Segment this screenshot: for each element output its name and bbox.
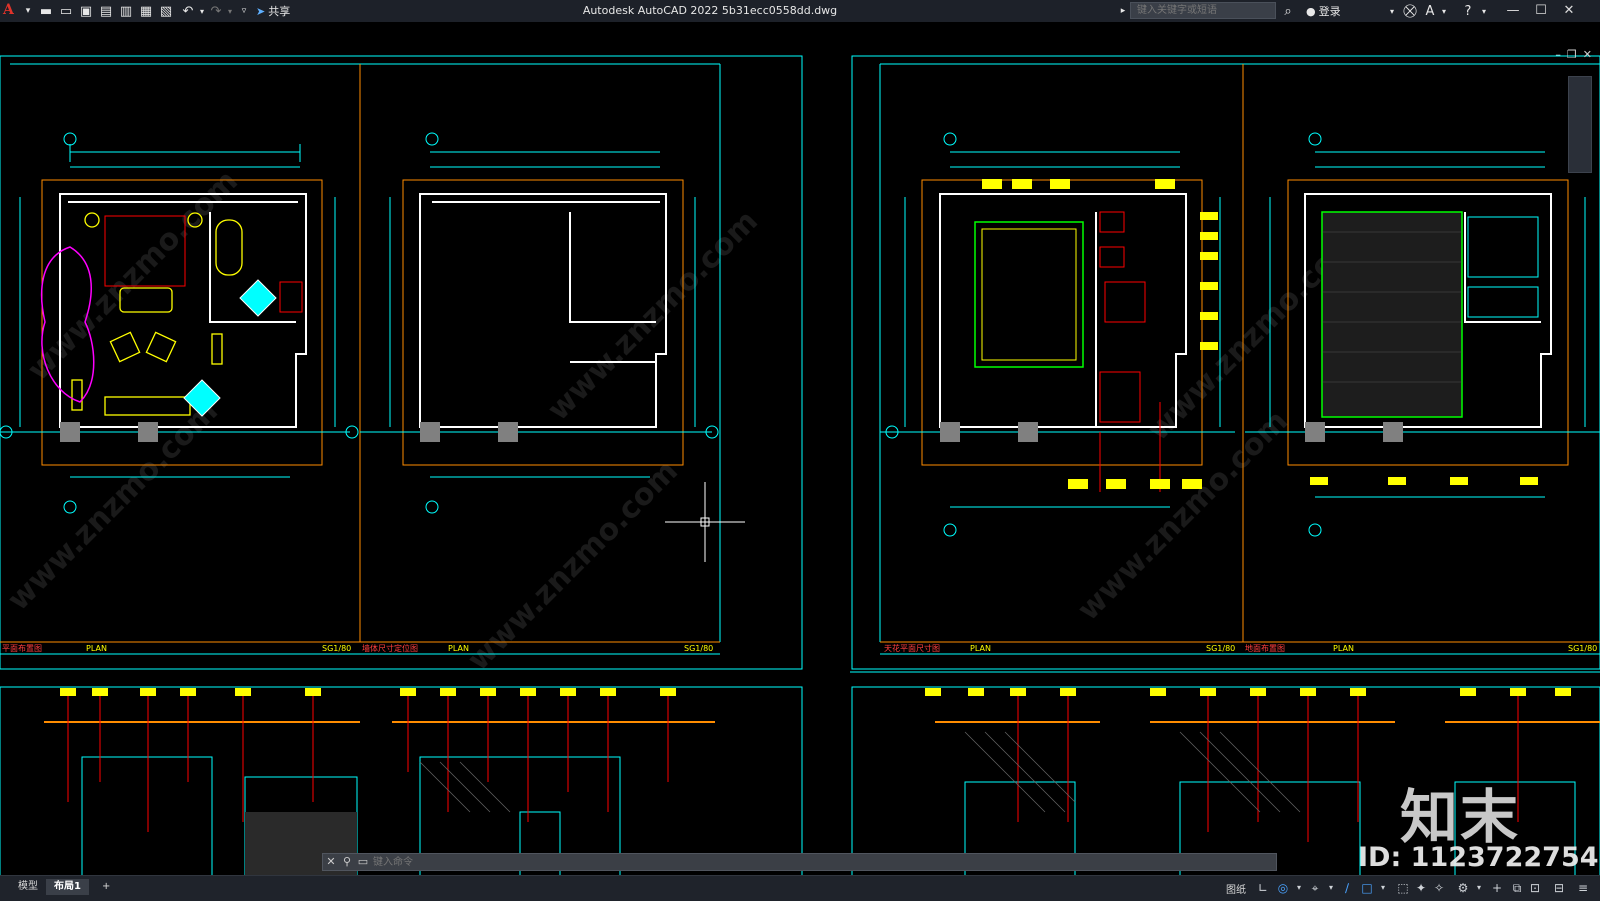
login-button[interactable]: ● 登录 <box>1306 3 1341 19</box>
tab-layout1[interactable]: 布局1 <box>46 879 89 895</box>
minimize-icon[interactable]: — <box>1502 2 1524 20</box>
sheet-plan-1: PLAN <box>86 644 107 653</box>
annotation-visibility-icon[interactable]: ✦ <box>1414 881 1428 895</box>
window-title: Autodesk AutoCAD 2022 5b31ecc0558dd.dwg <box>582 4 838 17</box>
app-menu-chevron-icon[interactable]: ▾ <box>20 3 36 19</box>
navigation-bar[interactable] <box>1568 76 1592 173</box>
watermark-text: www.znzmo.com <box>21 164 245 388</box>
plus-icon[interactable]: + <box>1490 881 1504 895</box>
znzmo-id: ID: 1123722754 <box>1358 842 1599 873</box>
search-icon[interactable]: ⌕ <box>1280 3 1296 19</box>
watermark-text: www.znzmo.com <box>461 454 685 678</box>
add-layout-button[interactable]: + <box>94 879 118 895</box>
hardware-accel-icon[interactable]: ⊡ <box>1528 881 1542 895</box>
sheet-title-2: 墙体尺寸定位图 <box>362 643 418 653</box>
sheet-num-4: SG1/80 <box>1568 644 1597 653</box>
sheet-title-3: 天花平面尺寸图 <box>884 643 940 653</box>
drawing-window-controls: – ❐ ✕ <box>1555 48 1592 61</box>
command-close-icon[interactable]: ✕ <box>323 854 339 870</box>
sheet-plan-3: PLAN <box>970 644 991 653</box>
customize-toolbar-icon[interactable]: ▿ <box>236 3 252 19</box>
annotation-scale-icon[interactable]: ⬚ <box>1396 881 1410 895</box>
drawing-restore-icon[interactable]: ❐ <box>1567 48 1577 61</box>
publish-icon[interactable]: ▥ <box>118 3 134 19</box>
print-icon[interactable]: ▧ <box>158 3 174 19</box>
isolate-icon[interactable]: ⧉ <box>1510 881 1524 895</box>
sheet-num-1: SG1/80 <box>322 644 351 653</box>
osnap-icon[interactable]: ⌖ <box>1308 881 1322 895</box>
plan-ceiling <box>880 132 1235 537</box>
customize-menu-icon[interactable]: ≡ <box>1576 881 1590 895</box>
command-line[interactable]: ✕ ⚲ ▭ <box>322 853 1277 871</box>
auto-scale-icon[interactable]: ✧ <box>1432 881 1446 895</box>
login-label: 登录 <box>1318 5 1341 18</box>
sheet-title-4: 地面布置图 <box>1245 643 1285 653</box>
save-icon[interactable]: ▣ <box>78 3 94 19</box>
osnap-dropdown-icon[interactable]: ▾ <box>1324 881 1338 895</box>
maximize-icon[interactable]: ☐ <box>1530 2 1552 20</box>
open-icon[interactable]: ▭ <box>58 3 74 19</box>
user-icon: ● <box>1306 4 1316 18</box>
search-box[interactable] <box>1130 2 1276 19</box>
login-dropdown-icon[interactable]: ▾ <box>1384 3 1400 19</box>
command-history-icon[interactable]: ▭ <box>355 854 371 870</box>
selection-cycle-icon[interactable]: □ <box>1360 881 1374 895</box>
workspace-gear-icon[interactable]: ⚙ <box>1456 881 1470 895</box>
snap-icon[interactable]: ∟ <box>1256 881 1270 895</box>
plan-floor <box>1245 132 1600 537</box>
selection-dropdown-icon[interactable]: ▾ <box>1376 881 1390 895</box>
search-input[interactable] <box>1135 4 1269 17</box>
title-bar: A ▾ ▬ ▭ ▣ ▤ ▥ ▦ ▧ ↶ ▾ ↷ ▾ ▿ ➤ 共享 Autodes… <box>0 0 1600 23</box>
sheet-num-3: SG1/80 <box>1206 644 1235 653</box>
help-icon[interactable]: ? <box>1460 3 1476 19</box>
polar-icon[interactable]: ◎ <box>1276 881 1290 895</box>
status-bar: 模型 布局1 + 图纸 ∟ ◎ ▾ ⌖ ▾ ∕ □ ▾ ⬚ ✦ ✧ ⚙ ▾ + … <box>0 875 1600 901</box>
cart-icon[interactable]: ⛒ <box>1402 3 1418 19</box>
clean-screen-icon[interactable]: ⊟ <box>1552 881 1566 895</box>
plot-preview-icon[interactable]: ▦ <box>138 3 154 19</box>
command-customize-icon[interactable]: ⚲ <box>339 854 355 870</box>
share-button[interactable]: ➤ 共享 <box>256 3 290 19</box>
sheet-plan-4: PLAN <box>1333 644 1354 653</box>
sheet-plan-2: PLAN <box>448 644 469 653</box>
tab-model[interactable]: 模型 <box>10 879 46 895</box>
app-dropdown-icon[interactable]: ▾ <box>1436 3 1452 19</box>
sheet-frame-bottom-left <box>0 686 803 875</box>
sheet-title-1: 平面布置图 <box>2 643 42 653</box>
lineweight-icon[interactable]: ∕ <box>1340 881 1354 895</box>
paper-space-toggle[interactable]: 图纸 <box>1226 881 1246 896</box>
close-icon[interactable]: ✕ <box>1558 2 1580 20</box>
drawing-canvas[interactable]: www.znzmo.com www.znzmo.com www.znzmo.co… <box>0 22 1600 875</box>
polar-dropdown-icon[interactable]: ▾ <box>1292 881 1306 895</box>
sheet-num-2: SG1/80 <box>684 644 713 653</box>
command-input[interactable] <box>371 855 1235 869</box>
cad-drawing: www.znzmo.com www.znzmo.com www.znzmo.co… <box>0 55 1600 875</box>
watermark-text: www.znzmo.com <box>1071 404 1295 628</box>
new-icon[interactable]: ▬ <box>38 3 54 19</box>
help-dropdown-icon[interactable]: ▾ <box>1476 3 1492 19</box>
share-label: 共享 <box>268 5 291 18</box>
sheet-frame-left <box>0 55 803 670</box>
share-icon: ➤ <box>256 4 266 18</box>
saveas-icon[interactable]: ▤ <box>98 3 114 19</box>
search-expand-icon[interactable]: ▸ <box>1115 3 1131 19</box>
crosshair-cursor <box>665 482 745 562</box>
drawing-minimize-icon[interactable]: – <box>1555 48 1561 61</box>
drawing-close-icon[interactable]: ✕ <box>1583 48 1592 61</box>
workspace-dropdown-icon[interactable]: ▾ <box>1472 881 1486 895</box>
watermark-text: www.znzmo.com <box>541 204 765 428</box>
